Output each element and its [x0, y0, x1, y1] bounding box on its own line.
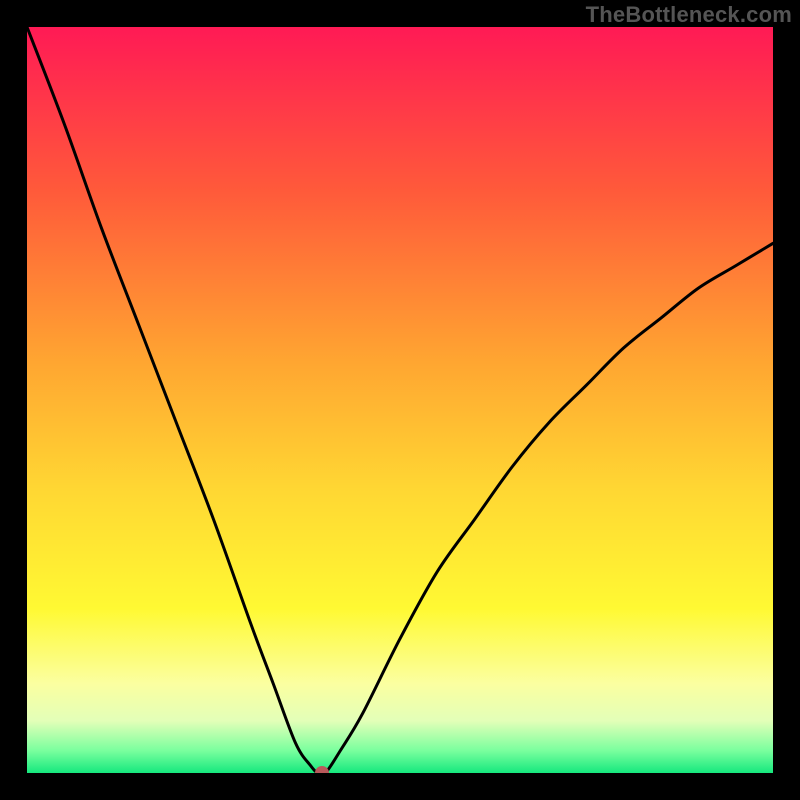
chart-outer: TheBottleneck.com	[0, 0, 800, 800]
min-point-marker	[315, 766, 329, 773]
bottleneck-curve	[27, 27, 773, 773]
plot-area	[27, 27, 773, 773]
watermark-text: TheBottleneck.com	[586, 2, 792, 28]
